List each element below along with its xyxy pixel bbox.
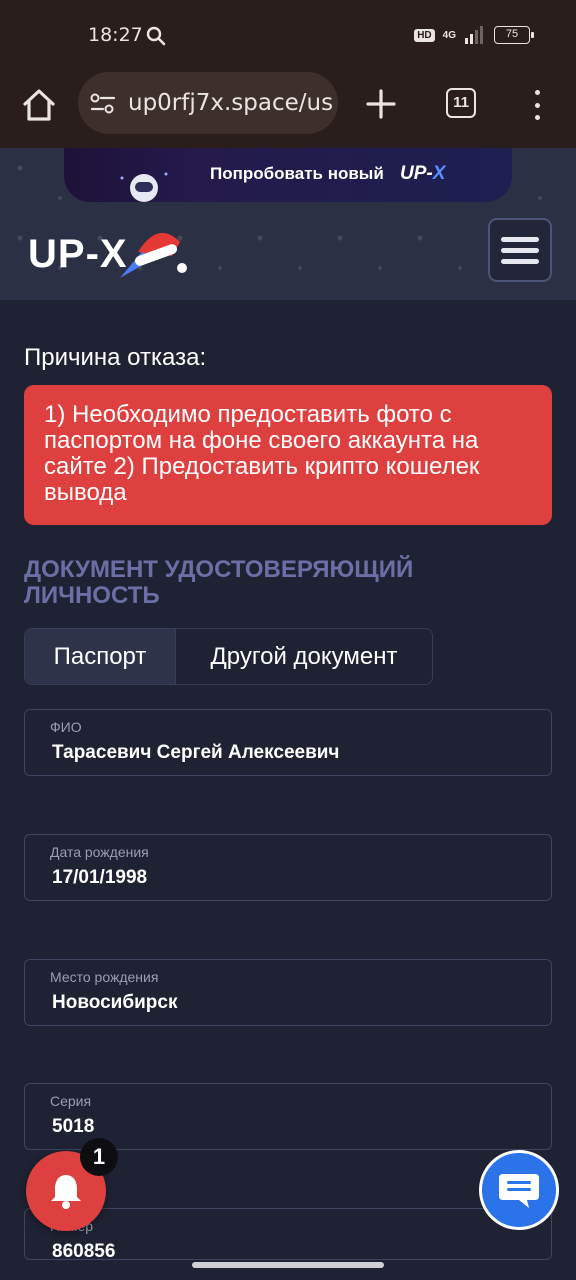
tab-other-document[interactable]: Другой документ — [176, 629, 432, 684]
promo-banner[interactable]: Попробовать новый UP-X — [64, 148, 512, 202]
field-value: 860856 — [52, 1241, 116, 1260]
field-label: Серия — [50, 1093, 92, 1109]
document-type-tabs: Паспорт Другой документ — [24, 628, 433, 685]
new-tab-icon[interactable] — [364, 87, 398, 121]
section-title: ДОКУМЕНТ УДОСТОВЕРЯЮЩИЙ ЛИЧНОСТЬ — [24, 556, 414, 609]
support-chat-button[interactable] — [479, 1150, 559, 1230]
network-type: 4G — [442, 29, 456, 41]
bell-icon — [51, 1175, 81, 1209]
status-indicators: HD 4G 75 — [414, 26, 534, 44]
url-text: up0rfj7x.space/us — [128, 90, 334, 116]
battery-icon: 75 — [494, 26, 534, 44]
chat-icon — [499, 1174, 539, 1208]
notification-count-badge: 1 — [80, 1138, 118, 1176]
astronaut-icon — [120, 172, 168, 202]
rejection-message: 1) Необходимо предоставить фото с паспор… — [44, 401, 480, 506]
passport-number-field[interactable]: Номер 860856 — [24, 1208, 552, 1260]
browser-toolbar: up0rfj7x.space/us 11 — [0, 70, 576, 148]
rejection-alert: 1) Необходимо предоставить фото с паспор… — [24, 385, 552, 525]
status-bar: 18:27 HD 4G 75 — [0, 0, 576, 70]
full-name-field[interactable]: ФИО Тарасевич Сергей Алексеевич — [24, 709, 552, 776]
site-logo[interactable]: UP-X — [28, 212, 188, 284]
browser-menu-icon[interactable] — [530, 88, 544, 122]
promo-logo: UP-X — [400, 163, 446, 184]
status-time: 18:27 — [88, 24, 143, 46]
field-value: 5018 — [52, 1116, 95, 1137]
field-value: Тарасевич Сергей Алексеевич — [52, 742, 340, 763]
field-label: Место рождения — [50, 969, 159, 985]
tab-switcher-button[interactable]: 11 — [446, 88, 476, 118]
field-value: Новосибирск — [52, 992, 178, 1013]
hamburger-menu-button[interactable] — [488, 218, 552, 282]
home-icon[interactable] — [20, 86, 58, 124]
site-settings-icon[interactable] — [90, 93, 116, 115]
site-header: Попробовать новый UP-X UP-X — [0, 148, 576, 300]
gesture-navigation-bar[interactable] — [192, 1262, 384, 1268]
birth-place-field[interactable]: Место рождения Новосибирск — [24, 959, 552, 1026]
tab-passport[interactable]: Паспорт — [25, 629, 176, 684]
field-label: ФИО — [50, 719, 82, 735]
address-bar[interactable]: up0rfj7x.space/us — [78, 72, 338, 134]
field-value: 17/01/1998 — [52, 867, 148, 888]
promo-text: Попробовать новый — [210, 164, 384, 183]
field-label: Дата рождения — [50, 844, 149, 860]
hd-badge: HD — [414, 28, 435, 42]
santa-hat-icon — [120, 233, 187, 278]
birth-date-field[interactable]: Дата рождения 17/01/1998 — [24, 834, 552, 901]
search-icon — [146, 26, 166, 46]
signal-icon — [465, 26, 483, 44]
rejection-label: Причина отказа: — [24, 344, 207, 371]
